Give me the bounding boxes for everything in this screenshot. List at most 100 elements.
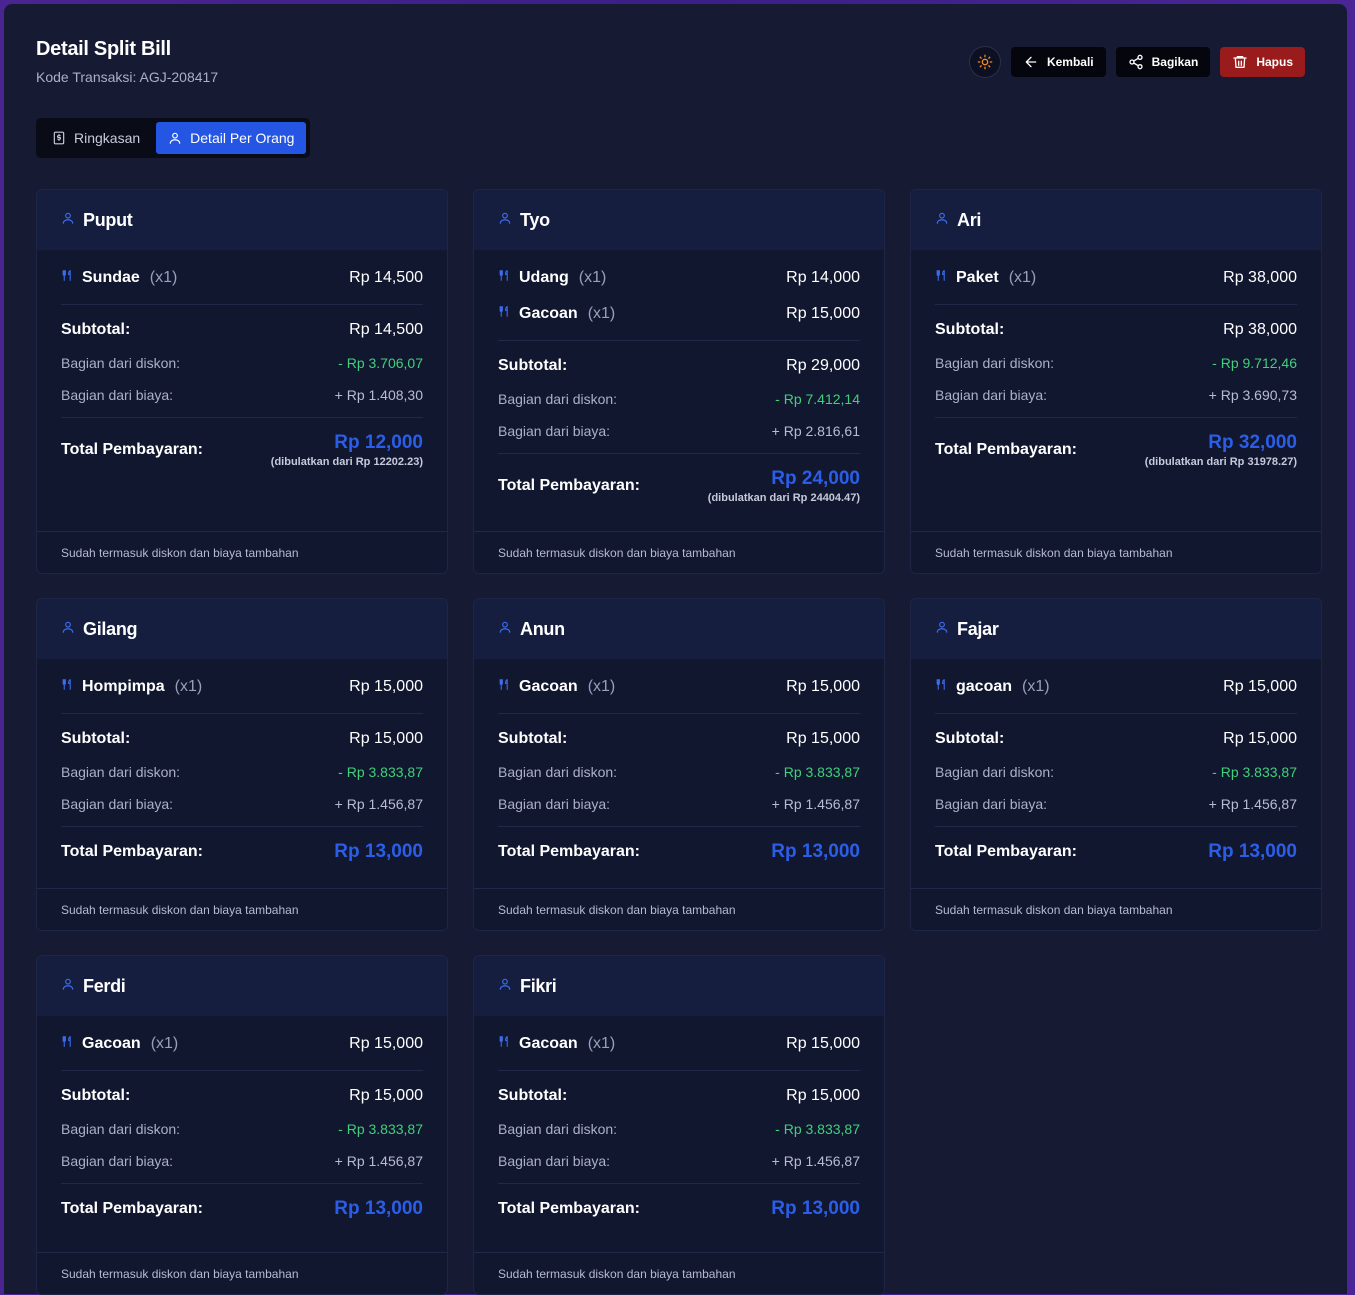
theme-toggle-button[interactable]: [968, 46, 1001, 78]
discount-value: - Rp 3.833,87: [775, 764, 860, 780]
total-row: Total Pembayaran: Rp 13,000: [498, 827, 860, 863]
subtotal-label: Subtotal:: [61, 730, 131, 747]
card-footer-note: Sudah termasuk diskon dan biaya tambahan: [911, 531, 1321, 573]
card-footer-note: Sudah termasuk diskon dan biaya tambahan: [474, 531, 884, 573]
person-name: Tyo: [520, 209, 550, 230]
item-qty: (x1): [150, 1035, 179, 1052]
subtotal-value: Rp 29,000: [786, 357, 860, 374]
divider: [498, 713, 860, 714]
fee-row: Bagian dari biaya: + Rp 1.408,30: [61, 379, 423, 411]
total-label: Total Pembayaran:: [61, 441, 203, 458]
person-card-header: Anun: [474, 599, 884, 659]
divider: [61, 713, 423, 714]
share-button-label: Bagikan: [1151, 55, 1199, 69]
item-price: Rp 15,000: [1223, 678, 1297, 695]
bill-item-row: Gacoan (x1) Rp 15,000: [498, 669, 860, 705]
discount-row: Bagian dari diskon: - Rp 3.706,07: [61, 347, 423, 379]
subtotal-label: Subtotal:: [935, 321, 1005, 338]
item-qty: (x1): [578, 269, 607, 286]
fee-row: Bagian dari biaya: + Rp 1.456,87: [61, 1145, 423, 1177]
fee-value: + Rp 1.456,87: [1208, 796, 1297, 812]
rounding-note: (dibulatkan dari Rp 24404.47): [707, 492, 860, 504]
share-button[interactable]: Bagikan: [1115, 47, 1211, 77]
user-icon: [498, 977, 512, 996]
fee-value: + Rp 1.408,30: [334, 387, 423, 403]
page-header: Detail Split Bill Kode Transaksi: AGJ-20…: [36, 38, 218, 85]
item-price: Rp 15,000: [786, 678, 860, 695]
subtotal-value: Rp 15,000: [786, 730, 860, 747]
bill-item-row: gacoan (x1) Rp 15,000: [935, 669, 1297, 705]
item-name: gacoan: [956, 678, 1013, 695]
person-card-body: gacoan (x1) Rp 15,000 Subtotal: Rp 15,000 Bag…: [911, 669, 1321, 863]
item-price: Rp 14,000: [786, 269, 860, 286]
person-card-body: Paket (x1) Rp 38,000 Subtotal: Rp 38,000 Bagi…: [911, 260, 1321, 468]
total-value: Rp 13,000: [334, 1198, 423, 1219]
trash-icon: [1233, 56, 1247, 68]
user-icon: [935, 620, 949, 639]
total-row: Total Pembayaran: Rp 13,000: [61, 827, 423, 863]
discount-row: Bagian dari diskon: - Rp 9.712,46: [935, 347, 1297, 379]
fee-row: Bagian dari biaya: + Rp 3.690,73: [935, 379, 1297, 411]
tab-summary[interactable]: Ringkasan: [40, 122, 152, 154]
total-row: Total Pembayaran: Rp 13,000: [935, 827, 1297, 863]
item-price: Rp 38,000: [1223, 269, 1297, 286]
utensils-icon: [498, 305, 511, 323]
subtotal-label: Subtotal:: [498, 357, 568, 374]
item-name: Hompimpa: [82, 678, 165, 695]
utensils-icon: [498, 269, 511, 287]
person-name: Gilang: [83, 618, 138, 639]
user-icon: [935, 211, 949, 230]
item-qty: (x1): [587, 1035, 616, 1052]
fee-row: Bagian dari biaya: + Rp 1.456,87: [61, 788, 423, 820]
item-qty: (x1): [1022, 678, 1050, 695]
divider: [498, 340, 860, 341]
fee-label: Bagian dari biaya:: [61, 387, 174, 403]
person-name: Ari: [957, 209, 982, 230]
tab-per-person[interactable]: Detail Per Orang: [156, 122, 307, 154]
bill-item-row: Paket (x1) Rp 38,000: [935, 260, 1297, 296]
person-card-body: Gacoan (x1) Rp 15,000 Subtotal: Rp 15,000 Bag…: [37, 1026, 447, 1220]
discount-label: Bagian dari diskon:: [61, 355, 181, 371]
subtotal-row: Subtotal: Rp 15,000: [498, 722, 860, 756]
discount-value: - Rp 7.412,14: [775, 391, 860, 407]
person-card-body: Sundae (x1) Rp 14,500 Subtotal: Rp 14,500 Bag…: [37, 260, 447, 468]
subtotal-row: Subtotal: Rp 38,000: [935, 313, 1297, 347]
person-card: Anun Gacoan (x1) Rp 15,000 Subtotal: Rp 15,00…: [473, 598, 885, 931]
total-value: Rp 12,000: [334, 432, 423, 453]
delete-button[interactable]: Hapus: [1220, 47, 1305, 77]
subtotal-value: Rp 15,000: [1223, 730, 1297, 747]
utensils-icon: [61, 269, 74, 287]
utensils-icon: [498, 678, 511, 696]
subtotal-value: Rp 15,000: [349, 1087, 423, 1104]
person-name: Fajar: [957, 618, 999, 639]
user-icon: [498, 620, 512, 639]
total-row: Total Pembayaran: Rp 24,000 (dibulatkan da…: [498, 454, 860, 504]
bill-item-row: Udang (x1) Rp 14,000: [498, 260, 860, 296]
discount-row: Bagian dari diskon: - Rp 3.833,87: [498, 756, 860, 788]
utensils-icon: [935, 678, 948, 696]
back-button[interactable]: Kembali: [1010, 47, 1106, 77]
item-name: Udang: [519, 269, 569, 286]
rounding-note: (dibulatkan dari Rp 31978.27): [1144, 456, 1297, 468]
person-card-body: Hompimpa (x1) Rp 15,000 Subtotal: Rp 15,000 B…: [37, 669, 447, 863]
person-name: Puput: [83, 209, 133, 230]
person-card-body: Gacoan (x1) Rp 15,000 Subtotal: Rp 15,000 Bag…: [474, 1026, 884, 1220]
item-price: Rp 15,000: [349, 678, 423, 695]
total-value: Rp 13,000: [771, 841, 860, 862]
subtotal-value: Rp 15,000: [786, 1087, 860, 1104]
person-card: Tyo Udang (x1) Rp 14,000 Gacoan (x1) Rp 15,000…: [473, 189, 885, 574]
subtotal-row: Subtotal: Rp 15,000: [61, 722, 423, 756]
item-name: Gacoan: [82, 1035, 141, 1052]
subtotal-value: Rp 38,000: [1223, 321, 1297, 338]
arrow-left-icon: [1025, 56, 1037, 68]
utensils-icon: [935, 269, 948, 287]
subtotal-row: Subtotal: Rp 15,000: [498, 1079, 860, 1113]
subtotal-row: Subtotal: Rp 29,000: [498, 349, 860, 383]
discount-row: Bagian dari diskon: - Rp 3.833,87: [935, 756, 1297, 788]
item-qty: (x1): [587, 678, 616, 695]
item-price: Rp 15,000: [349, 1035, 423, 1052]
fee-label: Bagian dari biaya:: [498, 796, 611, 812]
card-footer-note: Sudah termasuk diskon dan biaya tambahan: [911, 888, 1321, 930]
tab-summary-label: Ringkasan: [74, 130, 141, 146]
total-label: Total Pembayaran:: [935, 843, 1077, 860]
